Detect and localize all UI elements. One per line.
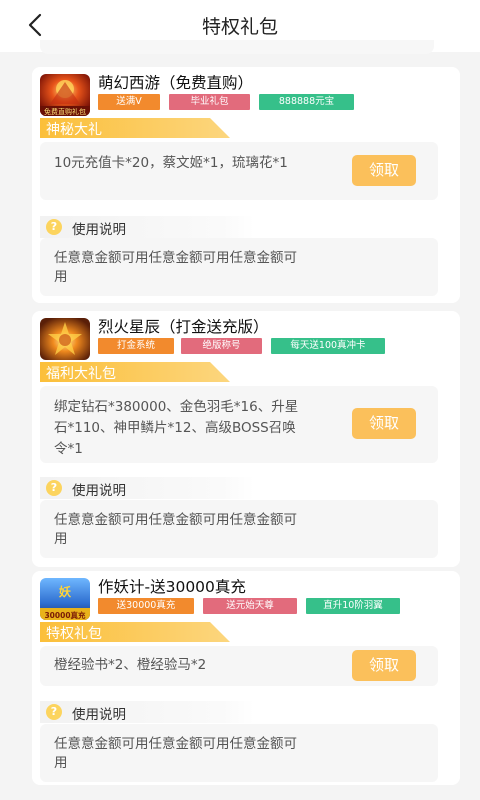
- usage-header: ? 使用说明: [40, 216, 254, 238]
- gift-card: 烈火星辰（打金送充版） 打金系统 绝版称号 每天送100真冲卡 福利大礼包 绑定…: [32, 311, 460, 567]
- usage-header: ? 使用说明: [40, 477, 254, 499]
- usage-title: 使用说明: [72, 483, 126, 499]
- gift-title: 特权礼包: [46, 626, 102, 642]
- svg-text:妖: 妖: [59, 584, 72, 599]
- gift-content: 10元充值卡*20，蔡文姬*1，琉璃花*1: [54, 155, 288, 171]
- usage-text: 任意意金额可用任意金额可用任意金额可用: [54, 250, 297, 285]
- page-title: 特权礼包: [201, 16, 278, 38]
- game-icon-monster[interactable]: 妖 30000真充: [40, 578, 90, 620]
- gift-card: 妖 30000真充 作妖计-送30000真充 送30000真充 送元始天尊 直升…: [32, 571, 460, 785]
- svg-text:30000真充: 30000真充: [44, 610, 86, 620]
- gift-content-box: 绑定钻石*380000、金色羽毛*16、升星石*110、神甲鳞片*12、高级BO…: [40, 386, 438, 463]
- previous-card-edge: [40, 40, 434, 54]
- game-icon-fire[interactable]: [40, 318, 90, 360]
- game-name: 烈火星辰（打金送充版）: [98, 318, 269, 336]
- game-name: 萌幻西游（免费直购）: [98, 74, 254, 92]
- gift-ribbon: 福利大礼包: [40, 362, 230, 382]
- gift-ribbon: 神秘大礼: [40, 118, 230, 138]
- usage-text: 任意意金额可用任意金额可用任意金额可用: [54, 736, 297, 771]
- gift-title: 福利大礼包: [46, 366, 116, 382]
- usage-header: ? 使用说明: [40, 701, 254, 723]
- question-icon: ?: [46, 219, 62, 235]
- tag-badge: 送满V: [98, 94, 160, 110]
- tag-badge: 绝版称号: [181, 338, 262, 354]
- usage-box: 任意意金额可用任意金额可用任意金额可用: [40, 500, 438, 558]
- gift-content: 橙经验书*2、橙经验马*2: [54, 657, 207, 673]
- usage-title: 使用说明: [72, 222, 126, 238]
- gift-content-box: 橙经验书*2、橙经验马*2 领取: [40, 646, 438, 686]
- usage-text: 任意意金额可用任意金额可用任意金额可用: [54, 512, 297, 547]
- game-name: 作妖计-送30000真充: [98, 578, 246, 596]
- gift-content-box: 10元充值卡*20，蔡文姬*1，琉璃花*1 领取: [40, 142, 438, 200]
- gift-card: 免费直购礼包 萌幻西游（免费直购） 送满V 毕业礼包 888888元宝 神秘大礼…: [32, 67, 460, 303]
- tag-badge: 送30000真充: [98, 598, 194, 614]
- claim-button[interactable]: 领取: [352, 650, 416, 681]
- usage-box: 任意意金额可用任意金额可用任意金额可用: [40, 238, 438, 296]
- tag-badge: 直升10阶羽翼: [306, 598, 400, 614]
- svg-text:免费直购礼包: 免费直购礼包: [44, 107, 86, 116]
- game-icon-fantasy[interactable]: 免费直购礼包: [40, 74, 90, 116]
- gift-content: 绑定钻石*380000、金色羽毛*16、升星石*110、神甲鳞片*12、高级BO…: [54, 399, 299, 457]
- usage-title: 使用说明: [72, 707, 126, 723]
- claim-button[interactable]: 领取: [352, 155, 416, 186]
- gift-title: 神秘大礼: [46, 122, 102, 138]
- tag-badge: 打金系统: [98, 338, 174, 354]
- tag-badge: 每天送100真冲卡: [271, 338, 385, 354]
- tag-badge: 送元始天尊: [203, 598, 297, 614]
- claim-button[interactable]: 领取: [352, 408, 416, 439]
- tag-badge: 毕业礼包: [169, 94, 250, 110]
- tag-badge: 888888元宝: [259, 94, 354, 110]
- gift-ribbon: 特权礼包: [40, 622, 230, 642]
- question-icon: ?: [46, 704, 62, 720]
- question-icon: ?: [46, 480, 62, 496]
- usage-box: 任意意金额可用任意金额可用任意金额可用: [40, 724, 438, 782]
